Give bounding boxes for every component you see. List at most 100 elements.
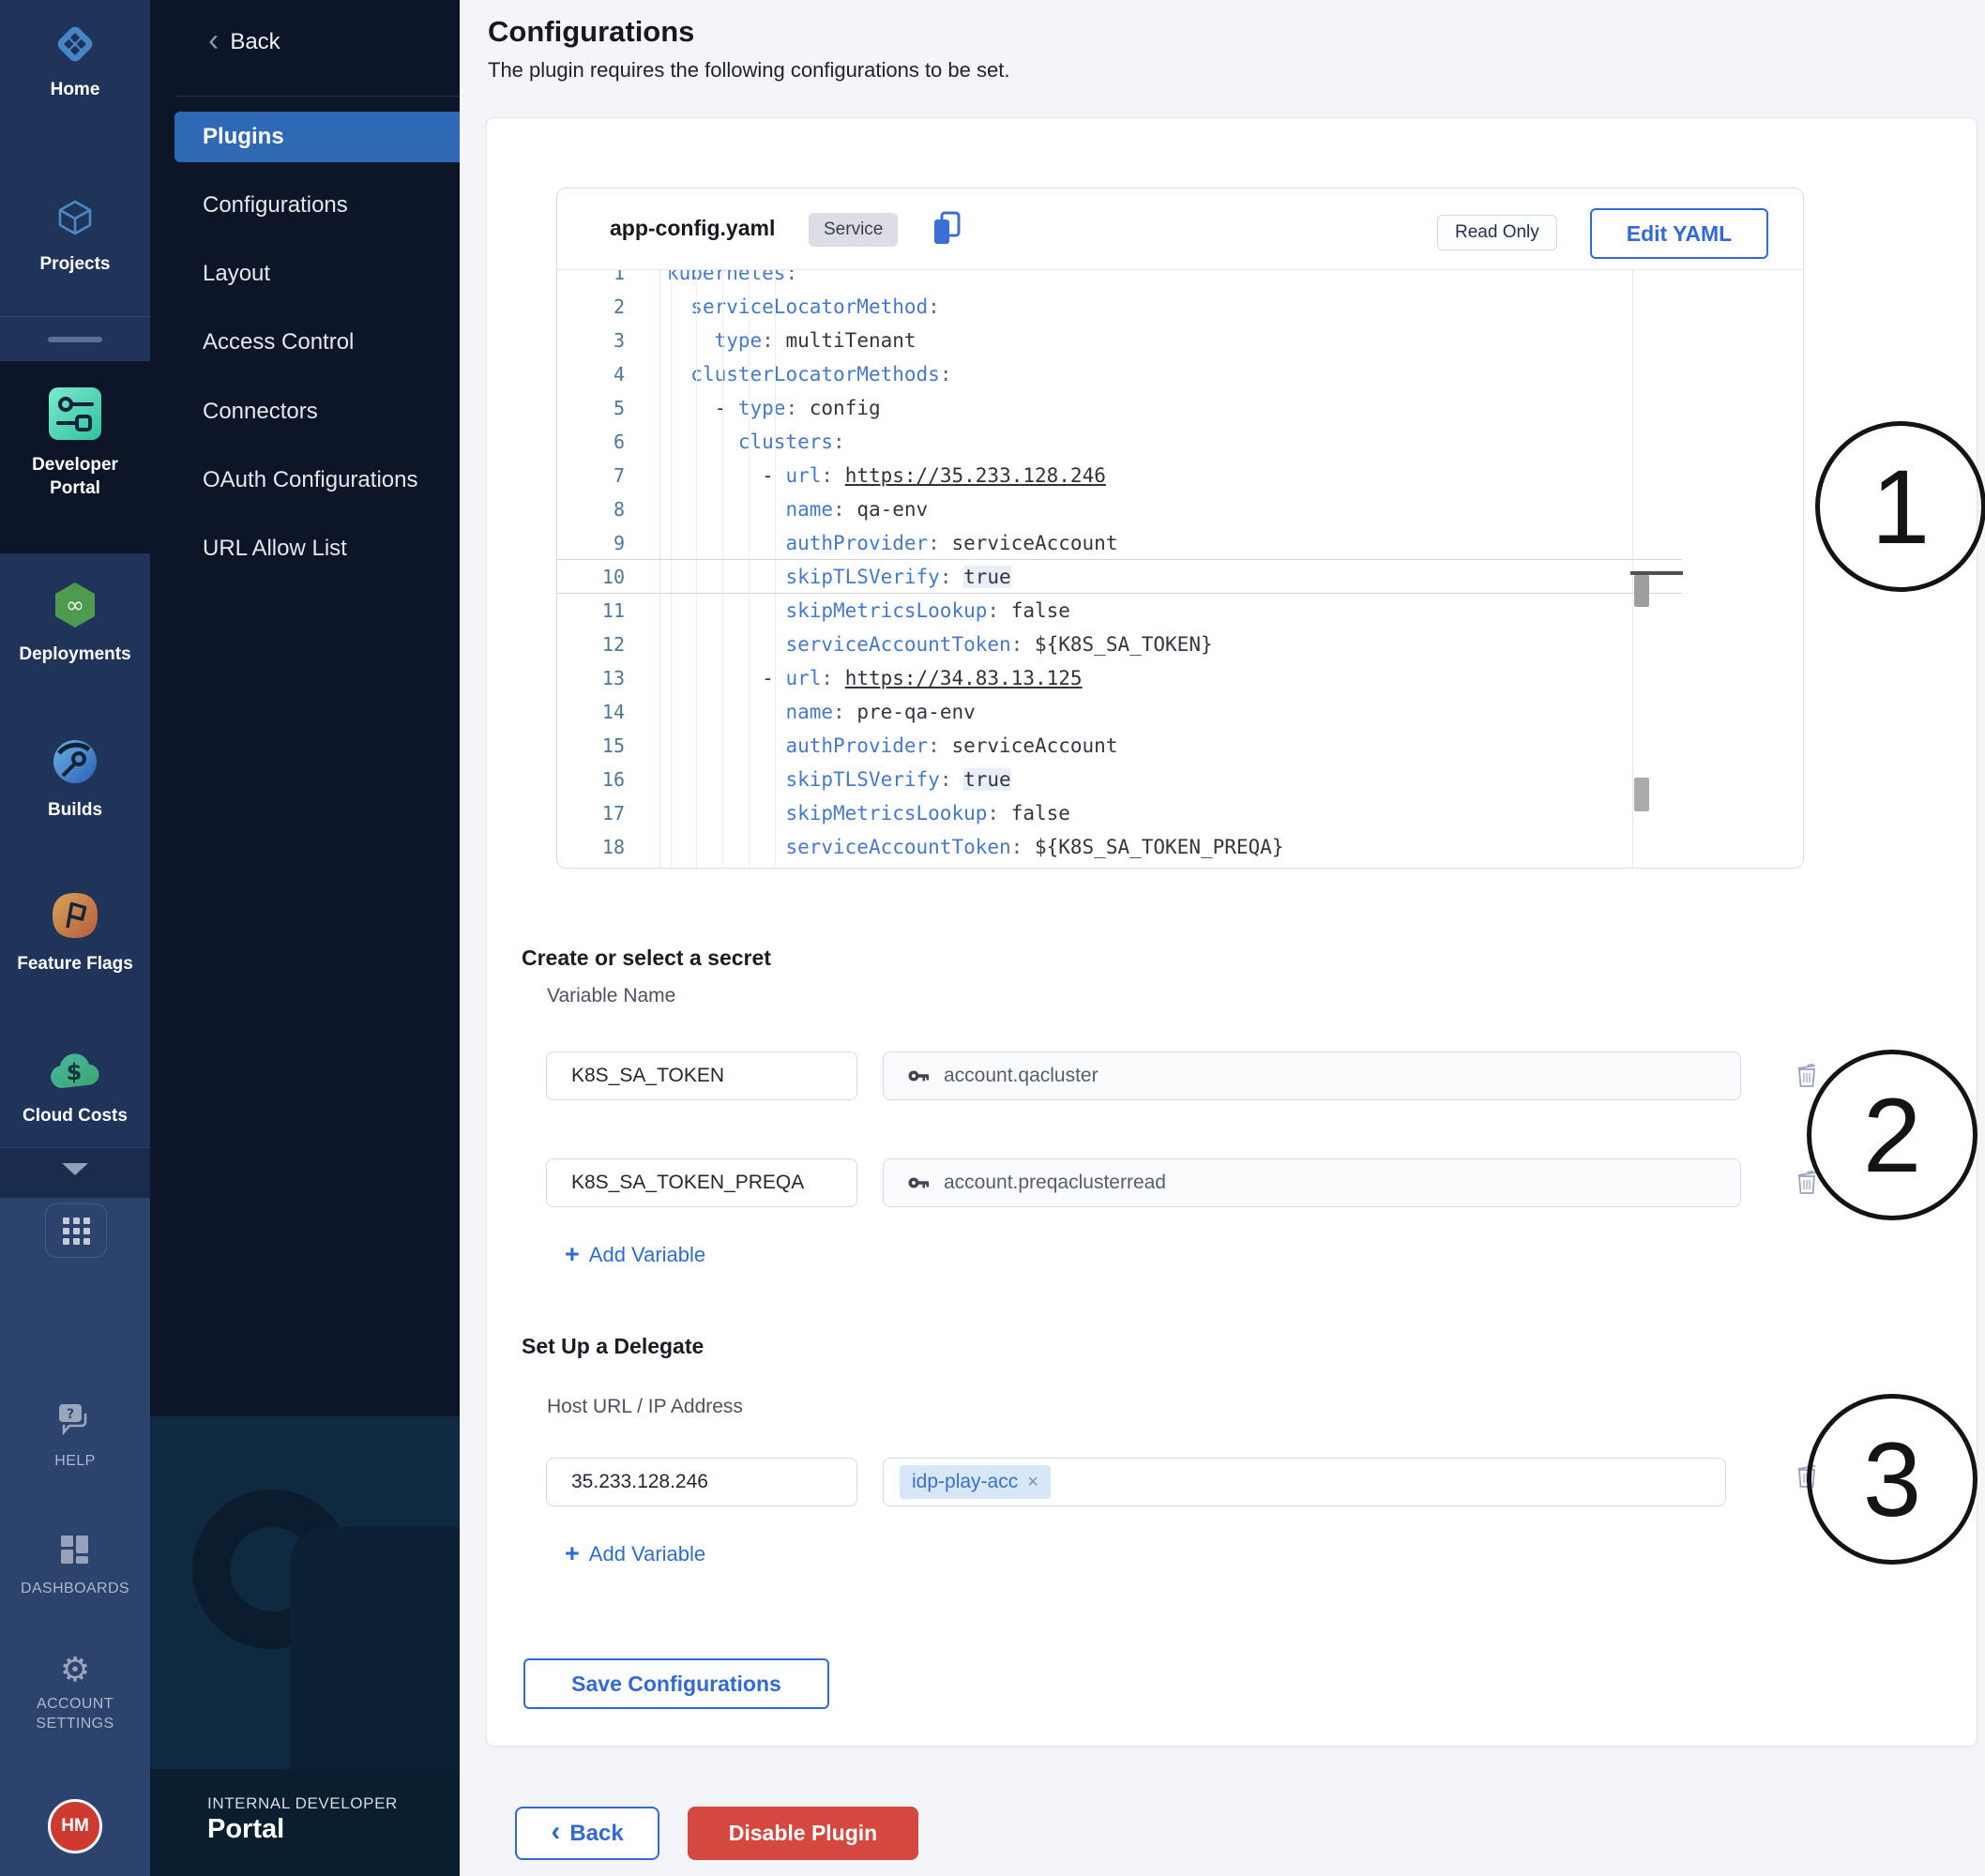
subnav-item-plugins[interactable]: Plugins	[174, 112, 460, 162]
yaml-filename: app-config.yaml	[610, 216, 775, 241]
subnav-item-configurations[interactable]: Configurations	[150, 180, 460, 231]
chevron-left-icon: ‹	[551, 1816, 560, 1848]
add-variable-link-secrets[interactable]: + Add Variable	[565, 1243, 705, 1267]
gear-icon: ⚙	[60, 1653, 90, 1687]
back-button[interactable]: ‹ Back	[515, 1807, 659, 1860]
sidebar-item-account-settings[interactable]: ⚙ ACCOUNT SETTINGS	[0, 1653, 150, 1734]
secret-selector[interactable]: account.qacluster	[883, 1051, 1741, 1100]
indent-guide	[696, 270, 697, 868]
sidebar-user-avatar[interactable]: HM	[0, 1799, 150, 1853]
sidebar-item-label: ACCOUNT SETTINGS	[5, 1695, 145, 1734]
yaml-line-17: 17 skipMetricsLookup: false	[557, 796, 1638, 830]
subnav-item-connectors[interactable]: Connectors	[150, 386, 460, 437]
sidebar-item-label: Home	[5, 79, 145, 102]
secret-selector[interactable]: account.preqaclusterread	[883, 1158, 1741, 1207]
sidebar-item-developer-portal[interactable]: Developer Portal	[0, 386, 150, 500]
yaml-line-15: 15 authProvider: serviceAccount	[557, 729, 1638, 763]
decorative-square	[291, 1527, 460, 1808]
svg-text:∞: ∞	[66, 592, 84, 618]
help-icon: ?	[55, 1401, 95, 1444]
divider-dash-icon	[48, 337, 102, 342]
dashboards-icon	[58, 1533, 92, 1571]
yaml-code-viewer[interactable]: 1kubernetes:2 serviceLocatorMethod:3 typ…	[557, 270, 1638, 868]
yaml-line-8: 8 name: qa-env	[557, 492, 1638, 526]
page-subtitle: The plugin requires the following config…	[488, 58, 1009, 83]
remove-tag-icon[interactable]: ×	[1027, 1472, 1038, 1493]
host-url-label: Host URL / IP Address	[547, 1396, 743, 1418]
sidebar-collapse-row[interactable]	[0, 1147, 150, 1199]
indent-guide	[671, 270, 672, 868]
cloud-costs-icon: $	[49, 1049, 101, 1097]
sidebar-item-home[interactable]: Home	[0, 23, 150, 102]
sidebar-item-help[interactable]: ? HELP	[0, 1401, 150, 1472]
sidebar-item-label: Deployments	[5, 643, 145, 667]
svg-text:$: $	[67, 1059, 83, 1085]
yaml-line-6: 6 clusters:	[557, 425, 1638, 459]
variable-name-input[interactable]	[546, 1051, 857, 1100]
sidebar-item-deployments[interactable]: ∞ Deployments	[0, 580, 150, 667]
subnav-item-oauth-configurations[interactable]: OAuth Configurations	[150, 455, 460, 506]
variable-name-label: Variable Name	[547, 985, 675, 1007]
gutter-separator	[659, 270, 660, 868]
delegate-heading: Set Up a Delegate	[522, 1334, 704, 1359]
variable-name-input[interactable]	[546, 1158, 857, 1207]
add-variable-link-delegate[interactable]: + Add Variable	[565, 1542, 705, 1566]
add-variable-label: Add Variable	[589, 1243, 705, 1267]
subnav-item-access-control[interactable]: Access Control	[150, 317, 460, 368]
disable-plugin-button[interactable]: Disable Plugin	[688, 1807, 918, 1860]
sidebar-item-builds[interactable]: Builds	[0, 737, 150, 823]
yaml-line-3: 3 type: multiTenant	[557, 324, 1638, 357]
copy-icon[interactable]	[932, 210, 963, 252]
sidebar-item-cloud-costs[interactable]: $ Cloud Costs	[0, 1049, 150, 1128]
footer-band: INTERNAL DEVELOPER Portal	[150, 1769, 460, 1876]
builds-icon	[51, 737, 99, 791]
secret-ref-label: account.qacluster	[944, 1065, 1099, 1087]
editor-scrollbar-thumb[interactable]	[1634, 778, 1649, 811]
apps-grid-icon	[63, 1218, 90, 1245]
feature-flags-icon	[51, 891, 99, 945]
sidebar-divider-handle[interactable]	[0, 316, 150, 362]
annotation-circle-2: 2	[1807, 1050, 1977, 1220]
read-only-badge: Read Only	[1437, 215, 1557, 250]
sidebar-item-projects[interactable]: Projects	[0, 197, 150, 277]
delete-variable-button[interactable]	[1794, 1061, 1820, 1091]
edit-yaml-button[interactable]: Edit YAML	[1590, 208, 1768, 259]
tag-label: idp-play-acc	[912, 1471, 1018, 1493]
yaml-line-13: 13 - url: https://34.83.13.125	[557, 661, 1638, 695]
sidebar-item-label: HELP	[5, 1452, 145, 1472]
key-icon	[906, 1064, 931, 1088]
annotation-circle-3: 3	[1807, 1394, 1977, 1565]
sidebar-apps-button[interactable]	[45, 1203, 107, 1258]
delegate-tags-field[interactable]: idp-play-acc ×	[883, 1458, 1726, 1506]
yaml-code-lines: 1kubernetes:2 serviceLocatorMethod:3 typ…	[557, 270, 1638, 864]
yaml-line-12: 12 serviceAccountToken: ${K8S_SA_TOKEN}	[557, 628, 1638, 661]
back-button-label: Back	[569, 1821, 623, 1847]
trash-icon	[1795, 1061, 1819, 1089]
plus-icon: +	[565, 1541, 580, 1566]
subnav-back-button[interactable]: ‹ Back	[208, 28, 280, 56]
yaml-line-10: 10 skipTLSVerify: true	[557, 560, 1638, 594]
secret-variable-row: account.qacluster	[546, 1051, 1859, 1100]
yaml-line-2: 2 serviceLocatorMethod:	[557, 290, 1638, 324]
svg-text:?: ?	[67, 1407, 74, 1422]
subnav-divider	[176, 96, 460, 97]
indent-guide	[775, 270, 776, 868]
host-url-input[interactable]	[546, 1458, 857, 1506]
app-root: Home Projects Developer Portal ∞ Deploym…	[0, 0, 1985, 1876]
yaml-line-9: 9 authProvider: serviceAccount	[557, 526, 1638, 560]
subnav-item-layout[interactable]: Layout	[150, 249, 460, 299]
sidebar-item-label: Feature Flags	[5, 953, 145, 976]
yaml-line-11: 11 skipMetricsLookup: false	[557, 594, 1638, 628]
subnav-item-url-allow-list[interactable]: URL Allow List	[150, 523, 460, 574]
save-configurations-button[interactable]: Save Configurations	[523, 1658, 829, 1709]
add-variable-label: Add Variable	[589, 1542, 705, 1566]
chevron-down-icon	[62, 1163, 88, 1175]
sidebar-item-feature-flags[interactable]: Feature Flags	[0, 891, 150, 976]
service-badge: Service	[809, 213, 898, 247]
yaml-line-5: 5 - type: config	[557, 391, 1638, 425]
footer-title: Portal	[207, 1814, 284, 1845]
sidebar-item-dashboards[interactable]: DASHBOARDS	[0, 1533, 150, 1599]
indent-guide	[722, 270, 723, 868]
key-icon	[906, 1171, 931, 1195]
editor-scrollbar-thumb[interactable]	[1634, 575, 1649, 607]
